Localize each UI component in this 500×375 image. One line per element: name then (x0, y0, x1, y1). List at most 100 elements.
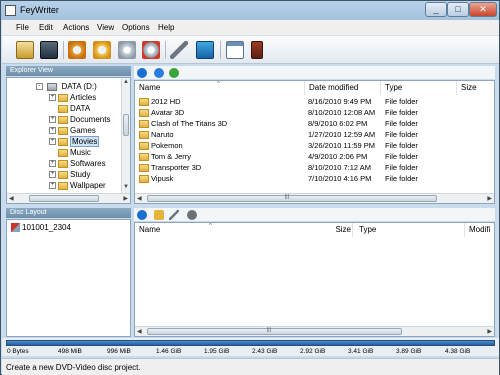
remove-icon[interactable] (187, 210, 197, 220)
expand-icon[interactable]: + (49, 127, 56, 135)
file-row[interactable]: 2012 HD 8/16/2010 9:49 PM File folder (135, 97, 418, 107)
burn-disc-icon[interactable] (68, 41, 86, 59)
scroll-left-icon[interactable]: ◀ (137, 328, 142, 335)
scroll-thumb[interactable] (147, 195, 437, 202)
menu-actions[interactable]: Actions (63, 23, 89, 32)
file-date: 8/16/2010 9:49 PM (308, 97, 372, 106)
collapse-icon[interactable]: - (36, 83, 43, 91)
scroll-right-icon[interactable]: ▶ (487, 195, 492, 202)
scroll-down-icon[interactable]: ▼ (123, 184, 129, 190)
folder-icon (58, 159, 68, 168)
column-header-date[interactable]: Date modified (305, 81, 381, 95)
new-folder-icon[interactable] (154, 210, 164, 220)
scroll-thumb[interactable] (123, 114, 129, 136)
help-icon[interactable] (137, 68, 147, 78)
tree-item-study[interactable]: + Study (49, 170, 90, 179)
up-folder-icon[interactable] (154, 68, 164, 78)
expand-icon[interactable]: + (49, 138, 56, 146)
file-row[interactable]: Clash of The Titans 3D 8/9/2010 6:02 PM Fi… (135, 119, 418, 129)
expand-icon[interactable]: + (49, 171, 56, 179)
expand-icon[interactable]: + (49, 182, 56, 190)
folder-icon (58, 115, 68, 124)
log-window-icon[interactable] (226, 41, 244, 59)
file-row[interactable]: Transporter 3D 8/10/2010 7:12 AM File fold… (135, 163, 418, 173)
scroll-up-icon[interactable]: ▲ (123, 79, 129, 85)
open-project-icon[interactable] (16, 41, 34, 59)
edit-icon[interactable] (169, 210, 179, 220)
copy-disc-icon[interactable] (118, 41, 136, 59)
expand-icon[interactable]: + (49, 116, 56, 124)
menu-file[interactable]: File (16, 23, 29, 32)
tree-item-drive[interactable]: - DATA (D:) (36, 82, 97, 91)
file-list-horizontal-scrollbar[interactable]: ◀ ||| ▶ (135, 193, 494, 203)
capacity-tick: 2.92 GiB (300, 348, 326, 355)
column-header-modified[interactable]: Modifi (465, 223, 494, 237)
tree-item-games[interactable]: + Games (49, 126, 96, 135)
minimize-button[interactable]: _ (425, 2, 447, 17)
tree-item-data[interactable]: +DATA (49, 104, 90, 113)
column-header-size[interactable]: Size (325, 223, 355, 237)
scroll-right-icon[interactable]: ▶ (487, 328, 492, 335)
app-icon (5, 5, 16, 16)
column-header-name[interactable]: Name ^ (135, 223, 353, 237)
tree-item-documents[interactable]: + Documents (49, 115, 110, 124)
file-name: Pokemon (151, 141, 183, 150)
file-row[interactable]: Vipusk 7/10/2010 4:16 PM File folder (135, 174, 418, 184)
status-text: Create a new DVD-Video disc project. (6, 363, 141, 372)
column-header-name[interactable]: Name ^ (135, 81, 305, 95)
scroll-thumb[interactable] (147, 328, 402, 335)
folder-icon (58, 181, 68, 190)
folder-icon (139, 175, 149, 184)
column-header-type[interactable]: Type (355, 223, 465, 237)
file-row[interactable]: Avatar 3D 8/10/2010 12:08 AM File folder (135, 108, 418, 118)
disc-project-label: 101001_2304 (22, 223, 71, 232)
expand-icon[interactable]: + (49, 160, 56, 168)
tree-vertical-scrollbar[interactable]: ▲ ▼ (121, 78, 130, 193)
maximize-button[interactable]: □ (447, 2, 469, 17)
column-header-label: Name (139, 83, 161, 92)
file-name: Clash of The Titans 3D (151, 119, 228, 128)
disc-project-item[interactable]: 101001_2304 (11, 223, 71, 233)
menu-edit[interactable]: Edit (39, 23, 53, 32)
file-row[interactable]: Tom & Jerry 4/9/2010 2:06 PM File folder (135, 152, 418, 162)
menu-bar: File Edit Actions View Options Help (2, 20, 499, 36)
tree-item-wallpaper[interactable]: + Wallpaper (49, 181, 106, 190)
tree-item-movies[interactable]: + Movies (49, 136, 100, 147)
column-header-type[interactable]: Type (381, 81, 457, 95)
menu-view[interactable]: View (97, 23, 114, 32)
expand-icon[interactable]: + (49, 94, 56, 102)
tree-item-label: Games (70, 126, 96, 135)
disc-layout-tree: 101001_2304 (6, 219, 131, 337)
scroll-right-icon[interactable]: ▶ (123, 195, 128, 202)
file-row[interactable]: Naruto 1/27/2010 12:59 AM File folder (135, 130, 418, 140)
file-type: File folder (385, 108, 418, 117)
tree-item-softwares[interactable]: + Softwares (49, 159, 106, 168)
disc-content-list: Name ^ Size Type Modifi ◀ ||| ▶ (134, 222, 495, 337)
tree-item-music[interactable]: +Music (49, 148, 91, 157)
column-header-size[interactable]: Size (457, 81, 494, 95)
tree-item-articles[interactable]: + Articles (49, 93, 96, 102)
scroll-thumb[interactable] (29, 195, 99, 202)
save-icon[interactable] (40, 41, 58, 59)
new-disc-icon[interactable] (93, 41, 111, 59)
menu-options[interactable]: Options (122, 23, 150, 32)
tree-horizontal-scrollbar[interactable]: ◀ ▶ (7, 193, 130, 203)
folder-icon (58, 137, 68, 146)
disc-list-horizontal-scrollbar[interactable]: ◀ ||| ▶ (135, 326, 494, 336)
tools-wrench-icon[interactable] (170, 41, 188, 59)
settings-panel-icon[interactable] (196, 41, 214, 59)
toolbar-separator (220, 41, 221, 59)
menu-help[interactable]: Help (158, 23, 174, 32)
scroll-left-icon[interactable]: ◀ (137, 195, 142, 202)
erase-disc-icon[interactable] (142, 41, 160, 59)
close-button[interactable]: ✕ (469, 2, 497, 17)
capacity-tick: 1.46 GiB (156, 348, 182, 355)
refresh-icon[interactable] (169, 68, 179, 78)
file-row[interactable]: Pokemon 3/26/2010 11:59 PM File folder (135, 141, 418, 151)
help-icon[interactable] (137, 210, 147, 220)
column-header-label: Name (139, 225, 161, 234)
exit-icon[interactable] (251, 41, 263, 59)
scroll-left-icon[interactable]: ◀ (9, 195, 14, 202)
capacity-tick: 3.41 GiB (348, 348, 374, 355)
folder-icon (58, 170, 68, 179)
